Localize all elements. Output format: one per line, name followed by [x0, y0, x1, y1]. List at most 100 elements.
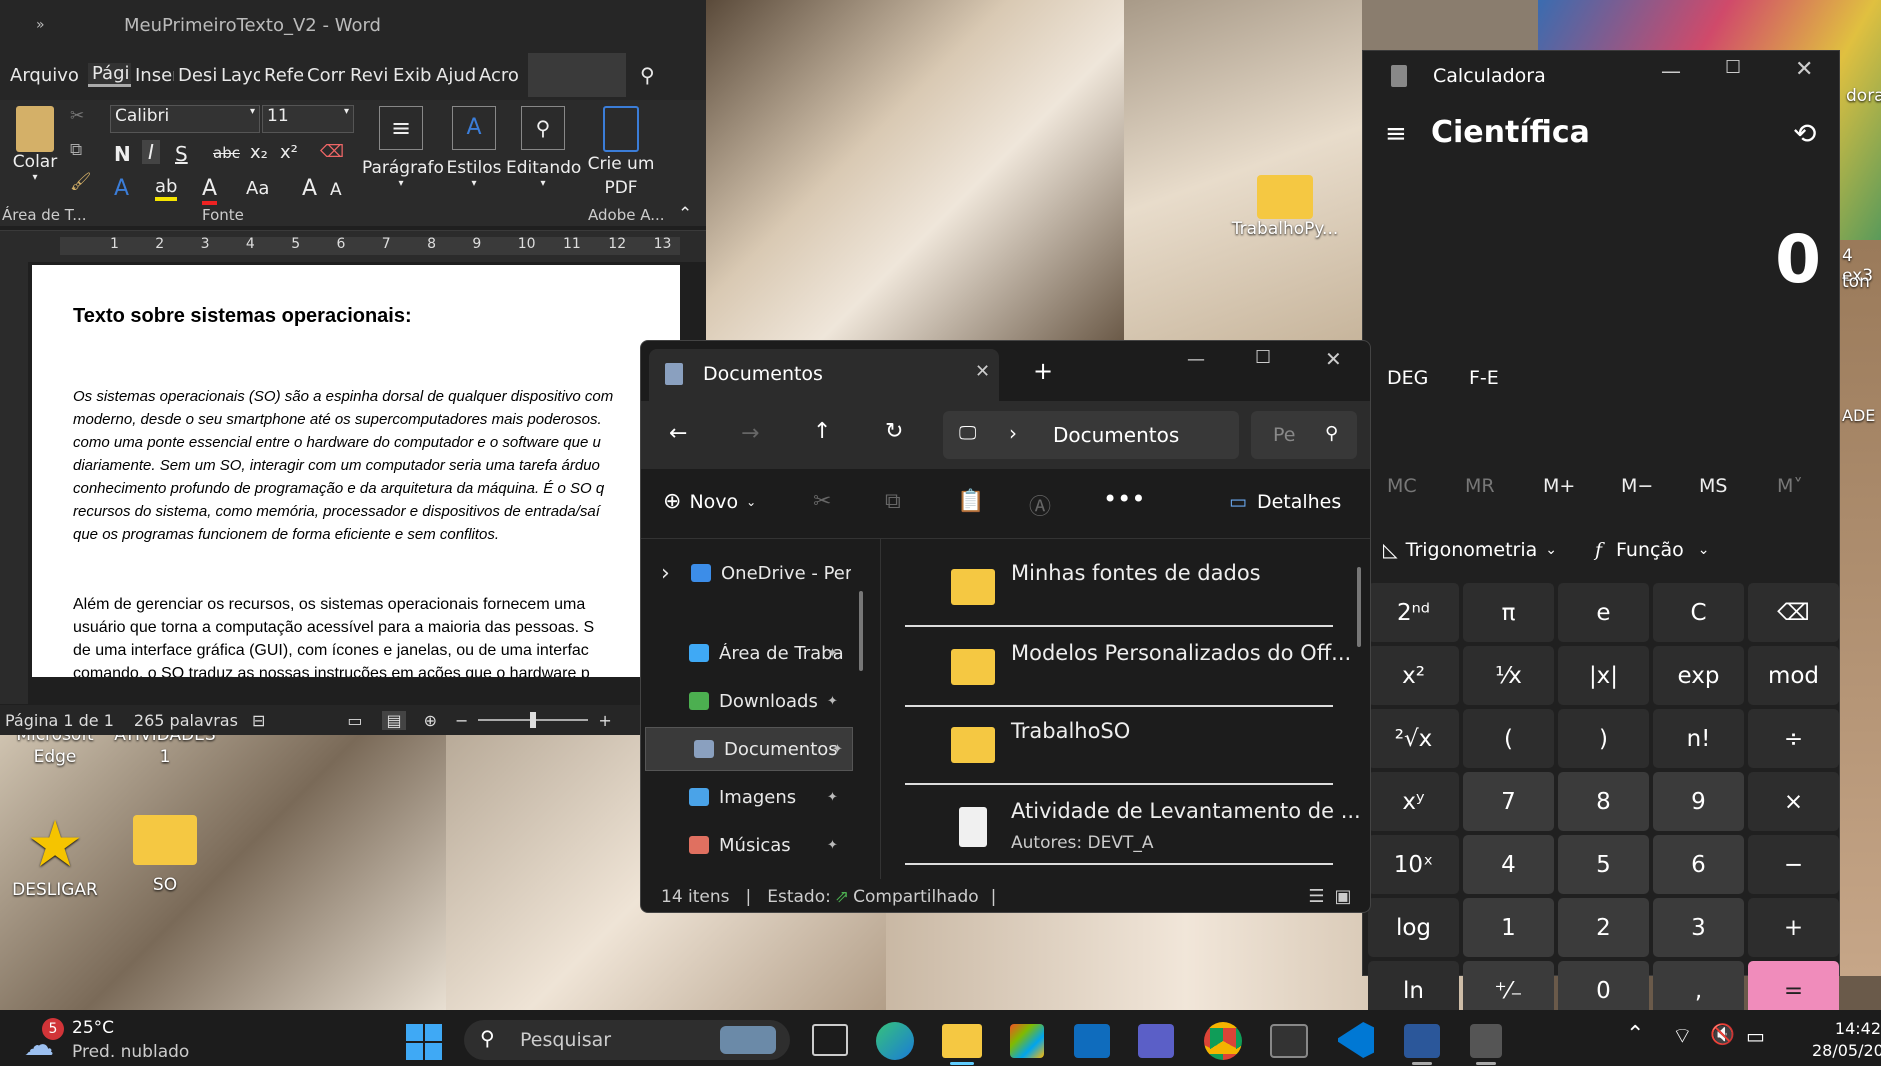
calc-key[interactable]: ²√x — [1368, 709, 1459, 768]
vscode-icon[interactable] — [1338, 1022, 1374, 1058]
calc-key[interactable]: e — [1558, 583, 1649, 642]
tab-arquivo[interactable]: Arquivo — [0, 65, 88, 86]
italic-button[interactable]: I — [142, 140, 160, 164]
search-box[interactable]: Pe ⚲ — [1251, 411, 1357, 459]
calc-key[interactable]: x² — [1368, 646, 1459, 705]
memory-button[interactable]: M+ — [1543, 475, 1575, 497]
desktop-icon-so[interactable]: SO — [110, 815, 220, 895]
memory-button[interactable]: MS — [1699, 475, 1727, 497]
calc-key[interactable]: 9 — [1653, 772, 1744, 831]
cut-icon[interactable]: ✂ — [813, 489, 831, 514]
shrink-font-icon[interactable]: A — [330, 180, 342, 200]
print-layout-icon[interactable]: ▤ — [382, 710, 406, 730]
strikethrough-button[interactable]: abc — [213, 144, 240, 162]
memory-button[interactable]: MC — [1387, 475, 1417, 497]
tab-revisao[interactable]: Revis — [346, 65, 389, 86]
ribbon-search-box[interactable] — [528, 53, 626, 97]
collapse-ribbon-icon[interactable]: ⌃ — [678, 204, 692, 224]
function-dropdown[interactable]: f Função ⌄ — [1595, 539, 1709, 561]
file-row[interactable]: TrabalhoSO — [905, 707, 1333, 785]
quick-access-icon[interactable]: » — [0, 17, 80, 33]
paste-icon[interactable]: 📋 — [957, 489, 984, 514]
clear-format-icon[interactable]: ⌫ — [320, 142, 344, 162]
underline-button[interactable]: S — [175, 142, 188, 166]
memory-button[interactable]: MR — [1465, 475, 1495, 497]
tab-correspondencias[interactable]: Corr — [303, 65, 346, 86]
calc-key[interactable]: |x| — [1558, 646, 1649, 705]
calc-key[interactable]: − — [1748, 835, 1839, 894]
memory-button[interactable]: M˅ — [1777, 475, 1803, 497]
rename-icon[interactable]: Ⓐ — [1029, 489, 1051, 521]
details-view-icon[interactable]: ☰ — [1308, 886, 1324, 907]
terminal-icon[interactable] — [1270, 1024, 1308, 1058]
fe-button[interactable]: F-E — [1469, 367, 1499, 389]
calc-key[interactable]: 2ⁿᵈ — [1368, 583, 1459, 642]
weather-widget[interactable]: ☁ 5 25°C Pred. nublado — [20, 1018, 200, 1063]
volume-muted-icon[interactable]: 🔇 — [1710, 1022, 1735, 1046]
explorer-tab[interactable]: Documentos ✕ — [649, 349, 999, 401]
edge-icon[interactable] — [876, 1022, 914, 1060]
calc-key[interactable]: ÷ — [1748, 709, 1839, 768]
up-arrow-icon[interactable]: ↑ — [813, 419, 831, 444]
tab-exibir[interactable]: Exibi — [389, 65, 432, 86]
tab-design[interactable]: Desi — [174, 65, 217, 86]
calc-key[interactable]: 5 — [1558, 835, 1649, 894]
back-arrow-icon[interactable]: ← — [669, 421, 687, 446]
start-button[interactable] — [406, 1024, 442, 1060]
memory-button[interactable]: M− — [1621, 475, 1653, 497]
calc-key[interactable]: exp — [1653, 646, 1744, 705]
font-size-select[interactable]: 11 ▾ — [262, 105, 354, 133]
calc-key[interactable]: 3 — [1653, 898, 1744, 957]
status-page[interactable]: Página 1 de 1 — [5, 711, 114, 730]
search-icon[interactable]: ⚲ — [636, 63, 659, 87]
calc-key[interactable]: π — [1463, 583, 1554, 642]
calc-key[interactable]: ) — [1558, 709, 1649, 768]
show-hidden-icons[interactable]: ⌃ — [1626, 1022, 1644, 1047]
history-icon[interactable]: ⟲ — [1793, 117, 1816, 150]
hamburger-menu-icon[interactable]: ≡ — [1385, 119, 1407, 149]
format-painter-icon[interactable]: 🖌 — [70, 172, 92, 192]
grow-font-icon[interactable]: A — [302, 176, 317, 201]
close-button[interactable]: ✕ — [1795, 57, 1813, 82]
calc-key[interactable]: 2 — [1558, 898, 1649, 957]
zoom-slider-thumb[interactable] — [530, 712, 537, 728]
tab-referencias[interactable]: Refe — [260, 65, 303, 86]
word-icon[interactable] — [1404, 1024, 1440, 1058]
outlook-icon[interactable] — [1074, 1024, 1110, 1058]
read-mode-icon[interactable]: ▭ — [347, 711, 362, 730]
zoom-out-icon[interactable]: − — [455, 711, 468, 730]
minimize-button[interactable]: — — [1661, 59, 1681, 83]
copy-icon[interactable]: ⧉ — [885, 489, 901, 514]
change-case-icon[interactable]: Aa — [246, 178, 269, 199]
calc-key[interactable]: ⌫ — [1748, 583, 1839, 642]
maximize-button[interactable]: ☐ — [1725, 57, 1741, 78]
file-row[interactable]: Atividade de Levantamento de ... Autores:… — [905, 787, 1361, 865]
tab-pagina-inicial[interactable]: Págir — [88, 63, 131, 87]
calc-key[interactable]: 1 — [1463, 898, 1554, 957]
file-explorer-icon[interactable] — [942, 1024, 982, 1058]
calc-key[interactable]: + — [1748, 898, 1839, 957]
styles-button[interactable]: A Estilos ▾ — [446, 106, 502, 189]
paragraph-button[interactable]: ≡ Parágrafo ▾ — [362, 106, 444, 189]
calc-key[interactable]: 4 — [1463, 835, 1554, 894]
calc-key[interactable]: ( — [1463, 709, 1554, 768]
desktop-icon-desligar[interactable]: ★ DESLIGAR — [0, 810, 110, 900]
battery-icon[interactable]: ▭ — [1746, 1024, 1765, 1048]
file-scrollbar[interactable] — [1357, 567, 1361, 647]
more-options-icon[interactable]: ••• — [1103, 485, 1145, 513]
new-tab-icon[interactable]: + — [1033, 357, 1053, 385]
text-effects-icon[interactable]: A — [114, 176, 129, 201]
refresh-icon[interactable]: ↻ — [885, 419, 903, 444]
tiles-view-icon[interactable]: ▣ — [1335, 886, 1352, 907]
highlight-icon[interactable]: ab — [155, 176, 178, 201]
tab-acrobat[interactable]: Acro — [475, 65, 518, 86]
forward-arrow-icon[interactable]: → — [741, 421, 759, 446]
angle-unit-button[interactable]: DEG — [1387, 367, 1428, 389]
tab-inserir[interactable]: Inser — [131, 65, 174, 86]
font-name-select[interactable]: Calibri ▾ — [110, 105, 260, 133]
create-pdf-button[interactable]: Crie um PDF — [584, 106, 658, 200]
tab-layout[interactable]: Layo — [217, 65, 260, 86]
taskbar-search[interactable]: ⚲ Pesquisar — [464, 1020, 790, 1060]
store-icon[interactable] — [1010, 1024, 1044, 1058]
cut-icon[interactable]: ✂ — [70, 106, 84, 126]
